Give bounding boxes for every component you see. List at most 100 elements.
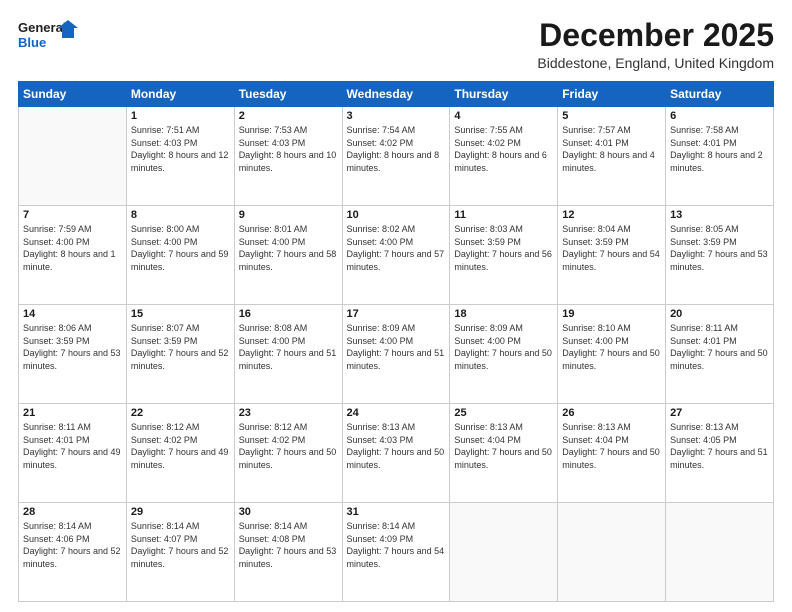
day-number: 11 (454, 209, 553, 221)
day-number: 14 (23, 308, 122, 320)
day-number: 7 (23, 209, 122, 221)
page: General Blue December 2025 Biddestone, E… (0, 0, 792, 612)
table-row: 27 Sunrise: 8:13 AMSunset: 4:05 PMDaylig… (666, 404, 774, 503)
day-number: 30 (239, 506, 338, 518)
day-number: 19 (562, 308, 661, 320)
day-number: 26 (562, 407, 661, 419)
table-row (666, 503, 774, 602)
table-row: 28 Sunrise: 8:14 AMSunset: 4:06 PMDaylig… (19, 503, 127, 602)
calendar-week-row: 14 Sunrise: 8:06 AMSunset: 3:59 PMDaylig… (19, 305, 774, 404)
cell-info: Sunrise: 8:13 AMSunset: 4:05 PMDaylight:… (670, 421, 769, 471)
table-row: 4 Sunrise: 7:55 AMSunset: 4:02 PMDayligh… (450, 107, 558, 206)
svg-text:Blue: Blue (18, 35, 46, 50)
table-row: 13 Sunrise: 8:05 AMSunset: 3:59 PMDaylig… (666, 206, 774, 305)
day-number: 25 (454, 407, 553, 419)
table-row (558, 503, 666, 602)
table-row: 7 Sunrise: 7:59 AMSunset: 4:00 PMDayligh… (19, 206, 127, 305)
cell-info: Sunrise: 8:01 AMSunset: 4:00 PMDaylight:… (239, 223, 338, 273)
cell-info: Sunrise: 8:09 AMSunset: 4:00 PMDaylight:… (347, 322, 446, 372)
cell-info: Sunrise: 7:55 AMSunset: 4:02 PMDaylight:… (454, 124, 553, 174)
calendar-header-row: Sunday Monday Tuesday Wednesday Thursday… (19, 82, 774, 107)
logo-svg: General Blue (18, 18, 78, 54)
title-block: December 2025 Biddestone, England, Unite… (537, 18, 774, 71)
day-number: 24 (347, 407, 446, 419)
col-thursday: Thursday (450, 82, 558, 107)
table-row (19, 107, 127, 206)
cell-info: Sunrise: 8:03 AMSunset: 3:59 PMDaylight:… (454, 223, 553, 273)
day-number: 21 (23, 407, 122, 419)
cell-info: Sunrise: 8:14 AMSunset: 4:07 PMDaylight:… (131, 520, 230, 570)
table-row: 21 Sunrise: 8:11 AMSunset: 4:01 PMDaylig… (19, 404, 127, 503)
table-row: 11 Sunrise: 8:03 AMSunset: 3:59 PMDaylig… (450, 206, 558, 305)
cell-info: Sunrise: 7:57 AMSunset: 4:01 PMDaylight:… (562, 124, 661, 174)
day-number: 15 (131, 308, 230, 320)
day-number: 2 (239, 110, 338, 122)
col-saturday: Saturday (666, 82, 774, 107)
table-row: 23 Sunrise: 8:12 AMSunset: 4:02 PMDaylig… (234, 404, 342, 503)
cell-info: Sunrise: 8:10 AMSunset: 4:00 PMDaylight:… (562, 322, 661, 372)
day-number: 28 (23, 506, 122, 518)
cell-info: Sunrise: 8:13 AMSunset: 4:04 PMDaylight:… (454, 421, 553, 471)
cell-info: Sunrise: 8:13 AMSunset: 4:04 PMDaylight:… (562, 421, 661, 471)
cell-info: Sunrise: 8:12 AMSunset: 4:02 PMDaylight:… (239, 421, 338, 471)
cell-info: Sunrise: 8:00 AMSunset: 4:00 PMDaylight:… (131, 223, 230, 273)
cell-info: Sunrise: 8:14 AMSunset: 4:08 PMDaylight:… (239, 520, 338, 570)
table-row: 2 Sunrise: 7:53 AMSunset: 4:03 PMDayligh… (234, 107, 342, 206)
table-row: 10 Sunrise: 8:02 AMSunset: 4:00 PMDaylig… (342, 206, 450, 305)
cell-info: Sunrise: 8:05 AMSunset: 3:59 PMDaylight:… (670, 223, 769, 273)
calendar-week-row: 7 Sunrise: 7:59 AMSunset: 4:00 PMDayligh… (19, 206, 774, 305)
calendar-week-row: 28 Sunrise: 8:14 AMSunset: 4:06 PMDaylig… (19, 503, 774, 602)
cell-info: Sunrise: 7:53 AMSunset: 4:03 PMDaylight:… (239, 124, 338, 174)
calendar-week-row: 21 Sunrise: 8:11 AMSunset: 4:01 PMDaylig… (19, 404, 774, 503)
month-title: December 2025 (537, 18, 774, 53)
table-row: 29 Sunrise: 8:14 AMSunset: 4:07 PMDaylig… (126, 503, 234, 602)
day-number: 20 (670, 308, 769, 320)
cell-info: Sunrise: 8:08 AMSunset: 4:00 PMDaylight:… (239, 322, 338, 372)
cell-info: Sunrise: 8:02 AMSunset: 4:00 PMDaylight:… (347, 223, 446, 273)
table-row: 17 Sunrise: 8:09 AMSunset: 4:00 PMDaylig… (342, 305, 450, 404)
cell-info: Sunrise: 8:12 AMSunset: 4:02 PMDaylight:… (131, 421, 230, 471)
col-friday: Friday (558, 82, 666, 107)
cell-info: Sunrise: 8:14 AMSunset: 4:09 PMDaylight:… (347, 520, 446, 570)
day-number: 13 (670, 209, 769, 221)
cell-info: Sunrise: 7:54 AMSunset: 4:02 PMDaylight:… (347, 124, 446, 174)
table-row (450, 503, 558, 602)
table-row: 18 Sunrise: 8:09 AMSunset: 4:00 PMDaylig… (450, 305, 558, 404)
cell-info: Sunrise: 8:11 AMSunset: 4:01 PMDaylight:… (23, 421, 122, 471)
day-number: 8 (131, 209, 230, 221)
day-number: 27 (670, 407, 769, 419)
day-number: 9 (239, 209, 338, 221)
cell-info: Sunrise: 7:51 AMSunset: 4:03 PMDaylight:… (131, 124, 230, 174)
table-row: 26 Sunrise: 8:13 AMSunset: 4:04 PMDaylig… (558, 404, 666, 503)
header: General Blue December 2025 Biddestone, E… (18, 18, 774, 71)
cell-info: Sunrise: 8:13 AMSunset: 4:03 PMDaylight:… (347, 421, 446, 471)
day-number: 16 (239, 308, 338, 320)
cell-info: Sunrise: 7:58 AMSunset: 4:01 PMDaylight:… (670, 124, 769, 174)
day-number: 18 (454, 308, 553, 320)
day-number: 31 (347, 506, 446, 518)
day-number: 22 (131, 407, 230, 419)
day-number: 3 (347, 110, 446, 122)
table-row: 6 Sunrise: 7:58 AMSunset: 4:01 PMDayligh… (666, 107, 774, 206)
table-row: 9 Sunrise: 8:01 AMSunset: 4:00 PMDayligh… (234, 206, 342, 305)
table-row: 24 Sunrise: 8:13 AMSunset: 4:03 PMDaylig… (342, 404, 450, 503)
day-number: 1 (131, 110, 230, 122)
col-monday: Monday (126, 82, 234, 107)
table-row: 5 Sunrise: 7:57 AMSunset: 4:01 PMDayligh… (558, 107, 666, 206)
col-sunday: Sunday (19, 82, 127, 107)
day-number: 5 (562, 110, 661, 122)
cell-info: Sunrise: 8:04 AMSunset: 3:59 PMDaylight:… (562, 223, 661, 273)
table-row: 3 Sunrise: 7:54 AMSunset: 4:02 PMDayligh… (342, 107, 450, 206)
cell-info: Sunrise: 8:06 AMSunset: 3:59 PMDaylight:… (23, 322, 122, 372)
day-number: 4 (454, 110, 553, 122)
table-row: 16 Sunrise: 8:08 AMSunset: 4:00 PMDaylig… (234, 305, 342, 404)
table-row: 20 Sunrise: 8:11 AMSunset: 4:01 PMDaylig… (666, 305, 774, 404)
cell-info: Sunrise: 8:14 AMSunset: 4:06 PMDaylight:… (23, 520, 122, 570)
day-number: 29 (131, 506, 230, 518)
cell-info: Sunrise: 8:09 AMSunset: 4:00 PMDaylight:… (454, 322, 553, 372)
table-row: 1 Sunrise: 7:51 AMSunset: 4:03 PMDayligh… (126, 107, 234, 206)
cell-info: Sunrise: 7:59 AMSunset: 4:00 PMDaylight:… (23, 223, 122, 273)
day-number: 23 (239, 407, 338, 419)
day-number: 6 (670, 110, 769, 122)
table-row: 12 Sunrise: 8:04 AMSunset: 3:59 PMDaylig… (558, 206, 666, 305)
